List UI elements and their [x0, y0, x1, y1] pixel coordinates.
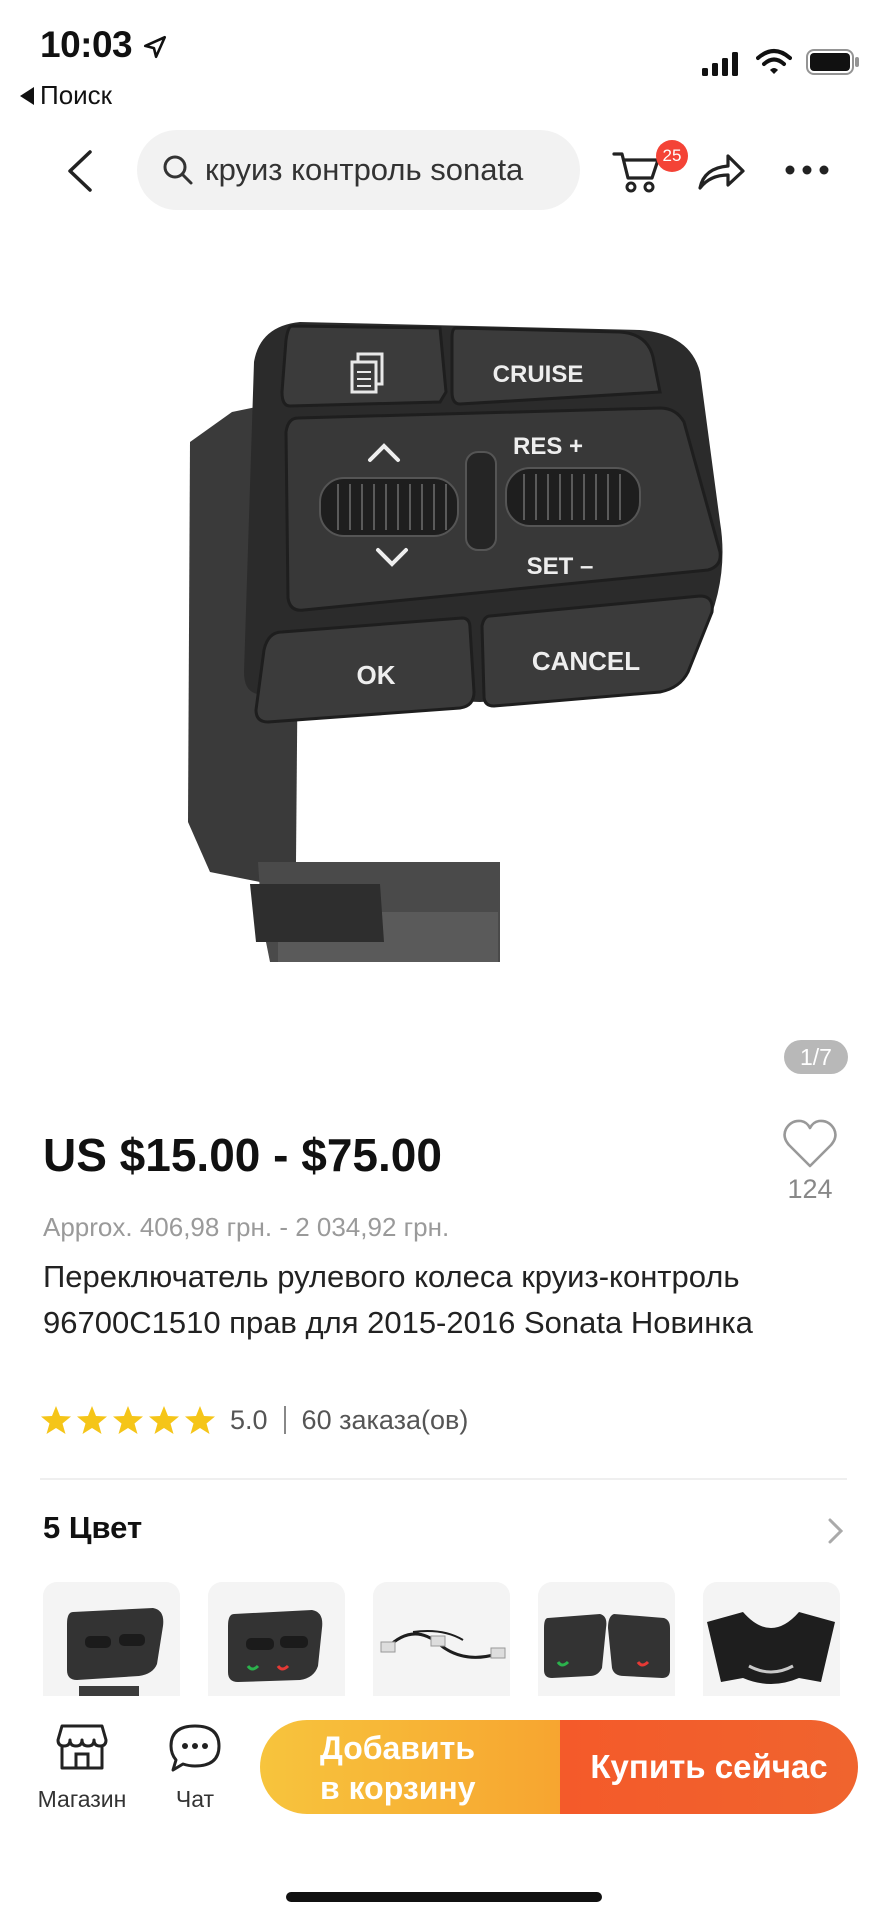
- thumb-switch-image: [228, 1610, 323, 1682]
- purchase-buttons: Добавить в корзину Купить сейчас: [260, 1720, 858, 1814]
- color-options: [43, 1582, 840, 1702]
- back-chevron-icon[interactable]: [62, 146, 102, 196]
- add-to-cart-line1: Добавить: [320, 1730, 475, 1766]
- battery-icon: [806, 49, 859, 75]
- thumb-switch-pair-image: [544, 1614, 670, 1678]
- chat-icon[interactable]: [167, 1722, 223, 1774]
- star-rating: [40, 1404, 216, 1436]
- color-option-3[interactable]: [373, 1582, 510, 1702]
- color-section-title[interactable]: 5 Цвет: [43, 1510, 142, 1546]
- buy-now-button[interactable]: Купить сейчас: [560, 1720, 858, 1814]
- store-label[interactable]: Магазин: [24, 1786, 140, 1813]
- wishlist-count: 124: [787, 1174, 833, 1204]
- share-icon[interactable]: [696, 150, 746, 192]
- status-bar: 10:03 Поиск: [0, 0, 887, 110]
- color-option-1[interactable]: [43, 1582, 180, 1702]
- heart-icon[interactable]: [782, 1118, 838, 1170]
- image-counter: 1/7: [784, 1040, 848, 1074]
- color-option-4[interactable]: [538, 1582, 675, 1702]
- cart-icon[interactable]: [612, 148, 662, 194]
- add-to-cart-line2: в корзину: [320, 1770, 476, 1806]
- more-icon[interactable]: [784, 164, 830, 176]
- rating-divider: [283, 1406, 286, 1434]
- thumb-cable-image: [380, 1630, 506, 1659]
- back-app-label: Поиск: [40, 80, 113, 110]
- orders-count: 60 заказа(ов): [301, 1404, 469, 1435]
- wifi-icon: [756, 49, 792, 74]
- set-label: SET –: [527, 553, 594, 580]
- approx-price: Approx. 406,98 грн. - 2 034,92 грн.: [43, 1212, 450, 1242]
- back-to-search-app[interactable]: Поиск: [20, 80, 112, 111]
- ok-label: OK: [357, 660, 396, 690]
- price: US $15.00 - $75.00: [43, 1129, 442, 1181]
- rating-score: 5.0: [230, 1404, 268, 1435]
- chat-label[interactable]: Чат: [155, 1786, 235, 1813]
- cruise-label: CRUISE: [493, 361, 584, 388]
- cancel-label: CANCEL: [532, 646, 640, 676]
- res-label: RES +: [513, 433, 583, 460]
- cellular-signal-icon: [702, 52, 738, 76]
- product-title: Переключатель рулевого колеса круиз-конт…: [43, 1259, 753, 1340]
- location-arrow-icon: [143, 35, 167, 59]
- search-icon: [163, 155, 193, 185]
- store-icon[interactable]: [56, 1722, 108, 1772]
- thumb-switch-image: [67, 1608, 164, 1702]
- color-option-5[interactable]: [703, 1582, 840, 1702]
- thumb-bezel-image: [707, 1612, 835, 1684]
- cart-badge: 25: [656, 140, 688, 172]
- search-input[interactable]: круиз контроль sonata: [137, 130, 580, 210]
- back-triangle-icon: [20, 86, 34, 105]
- home-indicator[interactable]: [286, 1892, 602, 1902]
- star-icon: [149, 1406, 179, 1434]
- add-to-cart-button[interactable]: Добавить в корзину: [260, 1720, 560, 1814]
- product-gallery[interactable]: CRUISE RES + SET – OK CANCEL: [0, 222, 887, 1110]
- star-icon: [113, 1406, 143, 1434]
- star-icon: [185, 1406, 215, 1434]
- chevron-right-icon[interactable]: [826, 1516, 846, 1546]
- section-divider: [40, 1478, 847, 1480]
- product-image: CRUISE RES + SET – OK CANCEL: [188, 322, 723, 962]
- star-icon: [77, 1406, 107, 1434]
- rating-row[interactable]: 5.0 60 заказа(ов): [40, 1400, 468, 1440]
- status-time: 10:03: [40, 24, 133, 65]
- star-icon: [41, 1406, 71, 1434]
- search-query: круиз контроль sonata: [205, 152, 524, 187]
- color-option-2[interactable]: [208, 1582, 345, 1702]
